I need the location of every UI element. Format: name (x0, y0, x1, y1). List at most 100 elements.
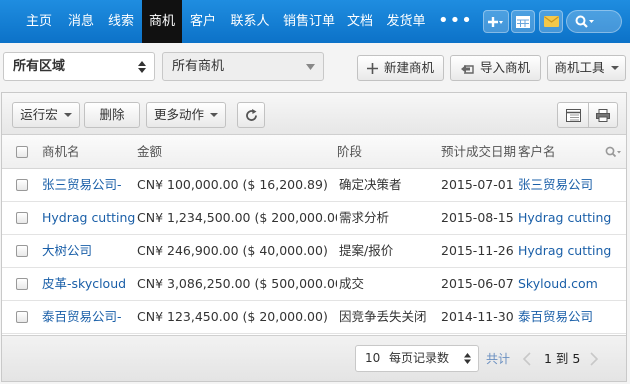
calendar-button[interactable] (511, 10, 535, 33)
column-header-stage[interactable]: 阶段 (337, 135, 362, 169)
row-checkbox[interactable] (16, 179, 28, 191)
new-opportunity-button[interactable]: 新建商机 (357, 55, 444, 81)
close-date-cell: 2014-11-30 (441, 309, 514, 324)
new-opportunity-label: 新建商机 (383, 60, 434, 75)
per-page-select[interactable]: 10 每页记录数 (355, 345, 479, 372)
plus-icon (366, 62, 378, 74)
plus-icon (488, 16, 503, 27)
stage-cell: 提案/报价 (339, 243, 394, 258)
opportunity-list-panel: 运行宏 删除 更多动作 商机名 金额 阶段 预计成交日期 客户名 张三贸易公司-… (1, 92, 627, 382)
scope-select[interactable]: 所有商机 (162, 52, 324, 81)
import-opportunity-button[interactable]: 导入商机 (450, 55, 541, 81)
opportunity-tools-label: 商机工具 (554, 60, 605, 75)
refresh-button[interactable] (237, 102, 265, 128)
print-icon (596, 108, 610, 122)
nav-item-home[interactable]: 主页 (17, 0, 61, 43)
table-header: 商机名 金额 阶段 预计成交日期 客户名 (2, 135, 626, 169)
more-actions-button[interactable]: 更多动作 (146, 102, 226, 128)
run-macro-label: 运行宏 (20, 107, 58, 122)
amount-cell: CN¥ 123,450.00 ($ 20,000.00) (137, 309, 328, 324)
opportunity-name-link[interactable]: 大树公司 (42, 235, 136, 268)
nav-item-shipments[interactable]: 发货单 (380, 0, 432, 43)
amount-cell: CN¥ 1,234,500.00 ($ 200,000.00) (137, 210, 337, 225)
amount-cell: CN¥ 100,000.00 ($ 16,200.89) (137, 177, 328, 192)
table-row[interactable]: 皮革-skycloud CN¥ 3,086,250.00 ($ 500,000.… (2, 268, 626, 301)
page-range: 1 到 5 (544, 351, 581, 366)
grid-layout-icon (565, 108, 581, 122)
table-row[interactable]: Hydrag cutting- CN¥ 1,234,500.00 ($ 200,… (2, 202, 626, 235)
quick-create-button[interactable] (483, 10, 509, 33)
total-count-link[interactable]: 共计 (486, 336, 510, 382)
amount-cell: CN¥ 3,086,250.00 ($ 500,000.00) (137, 276, 337, 291)
column-header-name[interactable]: 商机名 (42, 135, 80, 169)
import-opportunity-label: 导入商机 (479, 60, 530, 75)
customer-name-link[interactable]: Hydrag cutting (518, 202, 622, 235)
opportunity-name-link[interactable]: 泰百贸易公司- (42, 301, 136, 334)
chevron-right-icon[interactable] (590, 352, 599, 366)
opportunity-name-link[interactable]: 张三贸易公司- (42, 169, 136, 202)
nav-item-documents[interactable]: 文档 (341, 0, 379, 43)
delete-label: 删除 (99, 107, 125, 122)
stage-cell: 因竞争丢失关闭 (339, 309, 427, 324)
calendar-icon (516, 16, 530, 28)
column-header-customer[interactable]: 客户名 (518, 135, 556, 169)
updown-icon (138, 61, 146, 73)
layout-button[interactable] (557, 102, 589, 128)
column-header-amount[interactable]: 金额 (137, 135, 162, 169)
caret-down-icon (610, 66, 619, 70)
close-date-cell: 2015-07-01 (441, 177, 514, 192)
select-all-checkbox[interactable] (16, 146, 28, 158)
close-date-cell: 2015-06-07 (441, 276, 514, 291)
list-toolbar: 运行宏 删除 更多动作 (2, 93, 626, 135)
mail-button[interactable] (539, 10, 563, 33)
row-checkbox[interactable] (16, 311, 28, 323)
table-row[interactable]: 大树公司 CN¥ 246,900.00 ($ 40,000.00) 提案/报价 … (2, 235, 626, 268)
table-row[interactable]: 张三贸易公司- CN¥ 100,000.00 ($ 16,200.89) 确定决… (2, 169, 626, 202)
mail-icon (543, 16, 559, 27)
region-select-value: 所有区域 (13, 59, 66, 74)
updown-icon (464, 353, 471, 364)
region-select[interactable]: 所有区域 (3, 52, 155, 81)
nav-item-sales-orders[interactable]: 销售订单 (277, 0, 341, 43)
chevron-left-icon[interactable] (522, 352, 531, 366)
nav-item-messages[interactable]: 消息 (61, 0, 101, 43)
amount-cell: CN¥ 246,900.00 ($ 40,000.00) (137, 243, 328, 258)
customer-name-link[interactable]: 张三贸易公司 (518, 169, 622, 202)
stage-cell: 成交 (339, 276, 365, 291)
scope-select-value: 所有商机 (172, 59, 225, 74)
row-checkbox[interactable] (16, 278, 28, 290)
import-icon (460, 65, 474, 74)
column-search-icon[interactable] (605, 146, 622, 158)
run-macro-button[interactable]: 运行宏 (12, 102, 80, 128)
caret-down-icon (63, 113, 72, 117)
column-header-close-date[interactable]: 预计成交日期 (441, 135, 516, 169)
customer-name-link[interactable]: 泰百贸易公司 (518, 301, 622, 334)
row-checkbox[interactable] (16, 245, 28, 257)
chevron-down-icon (306, 64, 315, 70)
customer-name-link[interactable]: Skyloud.com (518, 268, 622, 301)
nav-item-opportunities[interactable]: 商机 (142, 0, 182, 43)
per-page-label: 每页记录数 (389, 351, 450, 365)
stage-cell: 确定决策者 (339, 177, 402, 192)
opportunity-tools-button[interactable]: 商机工具 (547, 55, 626, 81)
top-nav: 主页 消息 线索 商机 客户 联系人 销售订单 文档 发货单 ••• (0, 0, 630, 43)
nav-more-button[interactable]: ••• (438, 0, 473, 43)
pagination-bar: 10 每页记录数 共计 1 到 5 (2, 335, 626, 381)
opportunity-name-link[interactable]: Hydrag cutting- (42, 202, 136, 235)
search-icon (575, 15, 594, 28)
print-button[interactable] (588, 102, 618, 128)
row-checkbox[interactable] (16, 212, 28, 224)
nav-item-customers[interactable]: 客户 (183, 0, 223, 43)
close-date-cell: 2015-11-26 (441, 243, 514, 258)
nav-item-contacts[interactable]: 联系人 (224, 0, 276, 43)
delete-button[interactable]: 删除 (84, 102, 140, 128)
global-search[interactable] (566, 10, 622, 33)
table-row[interactable]: 泰百贸易公司- CN¥ 123,450.00 ($ 20,000.00) 因竞争… (2, 301, 626, 334)
nav-item-leads[interactable]: 线索 (101, 0, 141, 43)
caret-down-icon (210, 113, 218, 117)
customer-name-link[interactable]: Hydrag cutting (518, 235, 622, 268)
stage-cell: 需求分析 (339, 210, 390, 225)
refresh-icon (245, 108, 257, 121)
close-date-cell: 2015-08-15 (441, 210, 514, 225)
opportunity-name-link[interactable]: 皮革-skycloud (42, 268, 136, 301)
